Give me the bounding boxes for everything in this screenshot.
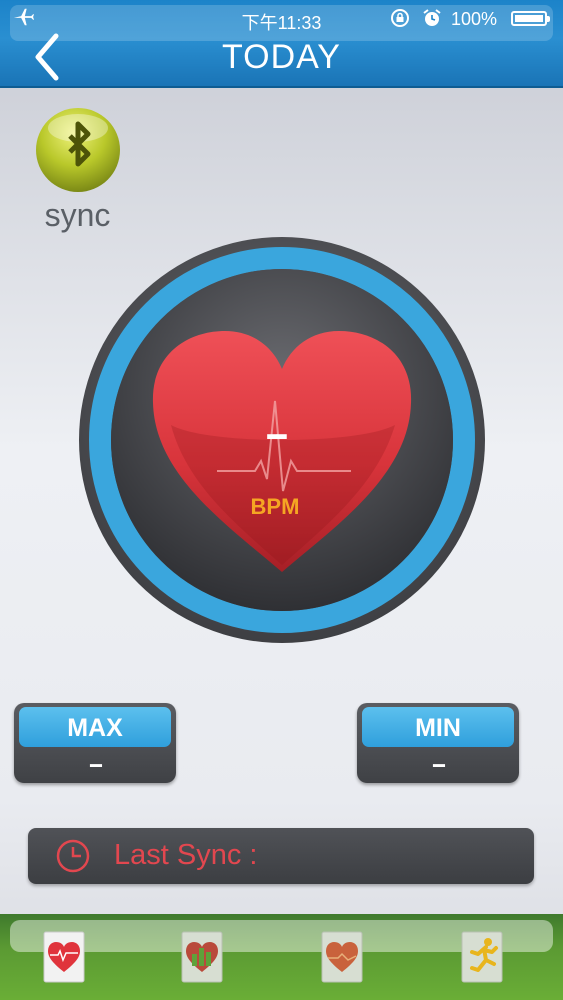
tab-bar (0, 914, 563, 1000)
min-value: -- (432, 751, 446, 778)
heart-rate-tab[interactable] (42, 928, 88, 986)
max-label: MAX (19, 707, 171, 747)
min-label: MIN (362, 707, 514, 747)
battery-percent: 100% (451, 9, 498, 29)
rotation-lock-icon (391, 9, 409, 27)
bpm-unit-label: BPM (250, 494, 300, 519)
max-heart-rate-box: MAX -- (14, 703, 176, 783)
min-heart-rate-box: MIN -- (357, 703, 519, 783)
alarm-icon (423, 9, 441, 26)
last-sync-label: Last Sync : (114, 839, 258, 871)
status-bar: 下午11:33 100% (0, 0, 563, 41)
header-bar: 下午11:33 100% TODAY (0, 0, 563, 88)
bluetooth-sync-button[interactable] (34, 106, 122, 194)
activity-tab[interactable] (460, 928, 506, 986)
sync-label: sync (44, 197, 111, 233)
page-title: TODAY (222, 38, 341, 76)
heart-rate-value: -- (265, 412, 289, 456)
battery-icon (511, 11, 550, 26)
last-sync-bar: Last Sync : (28, 828, 534, 884)
history-tab[interactable] (320, 928, 366, 986)
max-value: -- (89, 751, 103, 778)
chart-tab[interactable] (180, 928, 226, 986)
clock-icon (56, 839, 90, 873)
